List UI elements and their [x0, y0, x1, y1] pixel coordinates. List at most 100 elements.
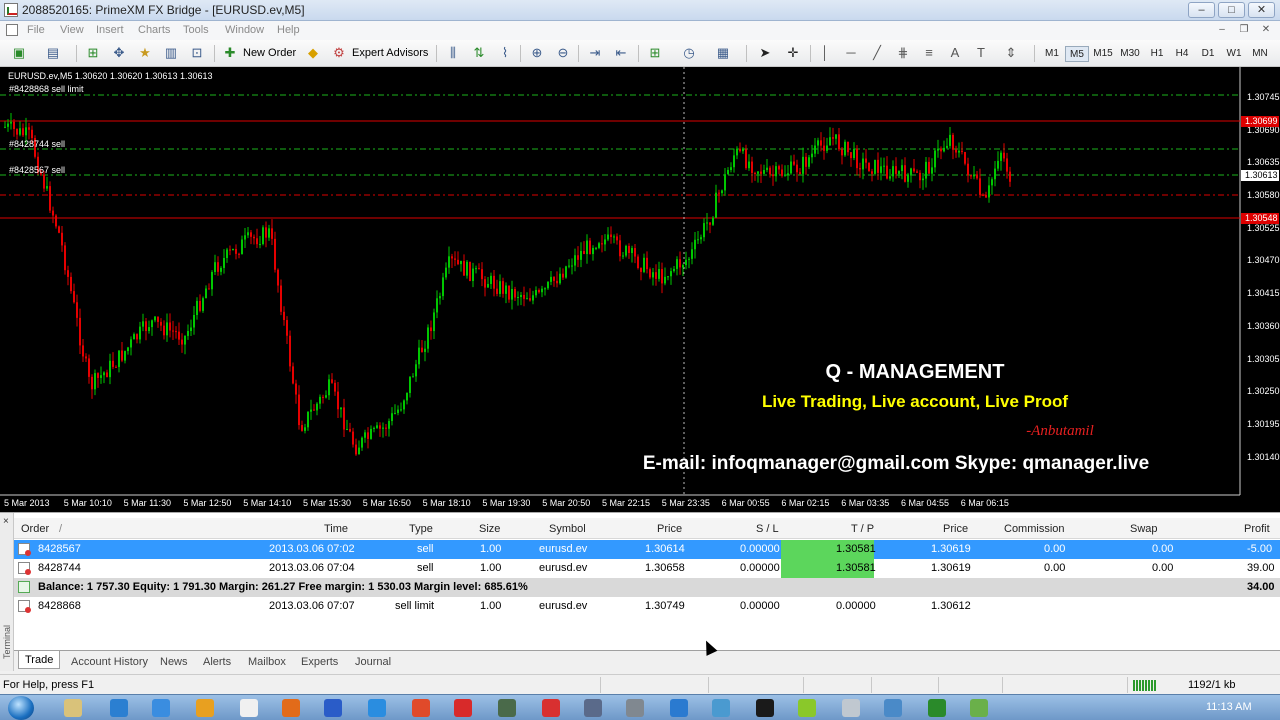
menu-help[interactable]: Help: [277, 24, 300, 36]
taskbar-app-icon[interactable]: [196, 699, 214, 717]
fibonacci-icon[interactable]: ≡: [920, 44, 938, 62]
menu-file[interactable]: File: [27, 24, 45, 36]
tab-account-history[interactable]: Account History: [65, 654, 154, 670]
taskbar-app-icon[interactable]: [970, 699, 988, 717]
col-tp[interactable]: T / P: [851, 523, 874, 535]
line-chart-icon[interactable]: ⌇: [496, 44, 514, 62]
col-type[interactable]: Type: [409, 523, 433, 535]
start-button-icon[interactable]: [8, 696, 34, 720]
taskbar-app-icon[interactable]: [498, 699, 516, 717]
menu-view[interactable]: View: [60, 24, 84, 36]
trendline-icon[interactable]: ╱: [868, 44, 886, 62]
strategy-tester-icon[interactable]: ⊡: [188, 44, 206, 62]
menu-insert[interactable]: Insert: [96, 24, 124, 36]
col-profit[interactable]: Profit: [1244, 523, 1270, 535]
maximize-button[interactable]: □: [1218, 2, 1245, 18]
horizontal-line-icon[interactable]: ─: [842, 44, 860, 62]
zoom-out-icon[interactable]: ⊖: [554, 44, 572, 62]
taskbar-app-icon[interactable]: [240, 699, 258, 717]
market-watch-icon[interactable]: ⊞: [84, 44, 102, 62]
taskbar-app-icon[interactable]: [152, 699, 170, 717]
menu-tools[interactable]: Tools: [183, 24, 209, 36]
periods-icon[interactable]: ◷: [680, 44, 698, 62]
taskbar-app-icon[interactable]: [756, 699, 774, 717]
col-current-price[interactable]: Price: [943, 523, 968, 535]
taskbar-app-icon[interactable]: [712, 699, 730, 717]
autoscroll-icon[interactable]: ⇥: [586, 44, 604, 62]
new-order-button[interactable]: New Order: [243, 47, 296, 59]
chart-canvas[interactable]: 1.307451.306901.306351.305801.305251.304…: [0, 67, 1280, 512]
meta-editor-icon[interactable]: ◆: [304, 44, 322, 62]
trade-row[interactable]: 8428567 2013.03.06 07:02 sell 1.00 eurus…: [14, 540, 1280, 559]
label-tool-icon[interactable]: T: [972, 44, 990, 62]
timeframe-d1[interactable]: D1: [1196, 46, 1220, 62]
cursor-tool-icon[interactable]: ➤: [756, 44, 774, 62]
candlestick-icon[interactable]: ⇅: [470, 44, 488, 62]
col-commission[interactable]: Commission: [1004, 523, 1065, 535]
taskbar-app-icon[interactable]: [368, 699, 386, 717]
taskbar-app-icon[interactable]: [584, 699, 602, 717]
mdi-minimize-button[interactable]: –: [1214, 23, 1230, 37]
minimize-button[interactable]: –: [1188, 2, 1215, 18]
bar-chart-icon[interactable]: ⫼: [444, 44, 462, 62]
close-button[interactable]: ✕: [1248, 2, 1275, 18]
taskbar-app-icon[interactable]: [110, 699, 128, 717]
timeframe-m1[interactable]: M1: [1040, 46, 1064, 62]
vertical-line-icon[interactable]: │: [816, 44, 834, 62]
timeframe-m15[interactable]: M15: [1091, 46, 1115, 62]
taskbar-app-icon[interactable]: [626, 699, 644, 717]
tab-mailbox[interactable]: Mailbox: [242, 654, 292, 670]
taskbar-app-icon[interactable]: [884, 699, 902, 717]
col-order[interactable]: Order: [21, 523, 49, 535]
text-tool-icon[interactable]: A: [946, 44, 964, 62]
channel-icon[interactable]: ⋕: [894, 44, 912, 62]
tab-alerts[interactable]: Alerts: [197, 654, 237, 670]
mdi-restore-button[interactable]: ❐: [1236, 23, 1252, 37]
terminal-close-icon[interactable]: ×: [3, 516, 9, 527]
menu-window[interactable]: Window: [225, 24, 264, 36]
timeframe-h4[interactable]: H4: [1170, 46, 1194, 62]
col-symbol[interactable]: Symbol: [549, 523, 586, 535]
taskbar-app-icon[interactable]: [842, 699, 860, 717]
taskbar-app-icon[interactable]: [928, 699, 946, 717]
arrows-tool-icon[interactable]: ⇕: [1002, 44, 1020, 62]
terminal-icon[interactable]: ▥: [162, 44, 180, 62]
col-price[interactable]: Price: [657, 523, 682, 535]
expert-advisors-icon[interactable]: ⚙: [330, 44, 348, 62]
taskbar-app-icon[interactable]: [454, 699, 472, 717]
col-swap[interactable]: Swap: [1130, 523, 1158, 535]
menu-charts[interactable]: Charts: [138, 24, 170, 36]
timeframe-w1[interactable]: W1: [1222, 46, 1246, 62]
tab-experts[interactable]: Experts: [295, 654, 344, 670]
mdi-close-button[interactable]: ✕: [1258, 23, 1274, 37]
trade-row[interactable]: 8428744 2013.03.06 07:04 sell 1.00 eurus…: [14, 559, 1280, 578]
profiles-icon[interactable]: ▤: [44, 44, 62, 62]
taskbar-app-icon[interactable]: [798, 699, 816, 717]
taskbar-app-icon[interactable]: [670, 699, 688, 717]
col-time[interactable]: Time: [324, 523, 348, 535]
timeframe-m30[interactable]: M30: [1118, 46, 1142, 62]
new-chart-icon[interactable]: ▣: [10, 44, 28, 62]
col-sl[interactable]: S / L: [756, 523, 779, 535]
zoom-in-icon[interactable]: ⊕: [528, 44, 546, 62]
pending-order-row[interactable]: 8428868 2013.03.06 07:07 sell limit 1.00…: [14, 597, 1280, 616]
timeframe-h1[interactable]: H1: [1145, 46, 1169, 62]
document-icon[interactable]: [6, 24, 18, 36]
crosshair-icon[interactable]: ✛: [784, 44, 802, 62]
chart-shift-icon[interactable]: ⇤: [612, 44, 630, 62]
taskbar-app-icon[interactable]: [412, 699, 430, 717]
taskbar-app-icon[interactable]: [324, 699, 342, 717]
tab-trade[interactable]: Trade: [18, 651, 61, 669]
taskbar-app-icon[interactable]: [542, 699, 560, 717]
expert-advisors-button[interactable]: Expert Advisors: [352, 47, 428, 59]
timeframe-mn[interactable]: MN: [1248, 46, 1272, 62]
col-size[interactable]: Size: [479, 523, 500, 535]
price-chart[interactable]: 1.30745 1.30690 1.30635 1.30580 1.30525 1.304…: [0, 67, 1280, 512]
taskbar-app-icon[interactable]: [282, 699, 300, 717]
indicators-icon[interactable]: ⊞: [646, 44, 664, 62]
tab-journal[interactable]: Journal: [349, 654, 397, 670]
data-window-icon[interactable]: ★: [136, 44, 154, 62]
templates-icon[interactable]: ▦: [714, 44, 732, 62]
taskbar-app-icon[interactable]: [64, 699, 82, 717]
timeframe-m5[interactable]: M5: [1065, 46, 1089, 62]
